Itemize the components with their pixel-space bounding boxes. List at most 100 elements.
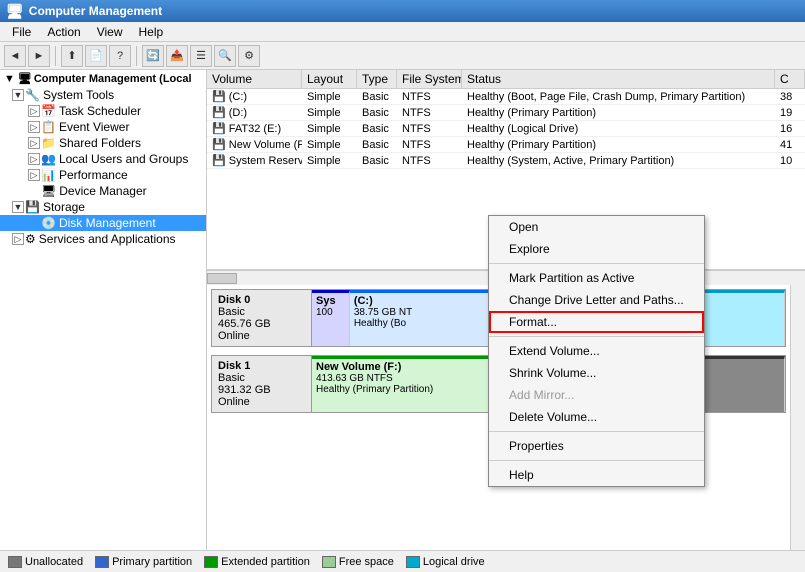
disk-vscroll[interactable]: [790, 285, 805, 550]
up-button[interactable]: ⬆: [61, 45, 83, 67]
cell-layout-4: Simple: [302, 154, 357, 168]
col-status-header[interactable]: Status: [462, 70, 775, 88]
ctx-mark-active[interactable]: Mark Partition as Active: [489, 267, 704, 289]
tree-device-manager[interactable]: 🖥 Device Manager: [0, 183, 206, 199]
tree-system-tools[interactable]: ▼ 🔧 System Tools: [0, 87, 206, 103]
tree-event-viewer[interactable]: ▷ 📋 Event Viewer: [0, 119, 206, 135]
legend-unallocated: Unallocated: [8, 556, 83, 568]
performance-icon: 📊: [41, 168, 56, 182]
tree-storage[interactable]: ▼ 💾 Storage: [0, 199, 206, 215]
cell-type-4: Basic: [357, 154, 397, 168]
search-button[interactable]: 🔍: [214, 45, 236, 67]
cell-type-0: Basic: [357, 90, 397, 104]
drive-icon-4: 💾: [212, 155, 226, 167]
legend-freespace-box: [322, 556, 336, 568]
tree-performance[interactable]: ▷ 📊 Performance: [0, 167, 206, 183]
tree-task-scheduler[interactable]: ▷ 📅 Task Scheduler: [0, 103, 206, 119]
tree-local-users[interactable]: ▷ 👥 Local Users and Groups: [0, 151, 206, 167]
tree-services-apps[interactable]: ▷ ⚙ Services and Applications: [0, 231, 206, 247]
cell-c-1: 19: [775, 106, 805, 120]
expand-shared-folders[interactable]: ▷: [28, 137, 40, 149]
expand-task-scheduler[interactable]: ▷: [28, 105, 40, 117]
col-fs-header[interactable]: File System: [397, 70, 462, 88]
cell-c-2: 16: [775, 122, 805, 136]
ctx-delete[interactable]: Delete Volume...: [489, 406, 704, 428]
status-bar: Unallocated Primary partition Extended p…: [0, 550, 805, 572]
shared-folders-icon: 📁: [41, 136, 56, 150]
disk-0-type: Basic: [218, 306, 305, 318]
col-layout-header[interactable]: Layout: [302, 70, 357, 88]
menu-file[interactable]: File: [4, 23, 39, 41]
cell-type-1: Basic: [357, 106, 397, 120]
table-row[interactable]: 💾 FAT32 (E:) Simple Basic NTFS Healthy (…: [207, 121, 805, 137]
computer-icon: 🖥: [18, 72, 32, 85]
ctx-format[interactable]: Format...: [489, 311, 704, 333]
ctx-mirror[interactable]: Add Mirror...: [489, 384, 704, 406]
expand-storage[interactable]: ▼: [12, 201, 24, 213]
tree-disk-management[interactable]: 💿 Disk Management: [0, 215, 206, 231]
col-volume-header[interactable]: Volume: [207, 70, 302, 88]
col-c-header[interactable]: C: [775, 70, 805, 88]
back-button[interactable]: ◄: [4, 45, 26, 67]
ctx-change-letter[interactable]: Change Drive Letter and Paths...: [489, 289, 704, 311]
tree-root-label: Computer Management (Local: [34, 73, 192, 85]
cell-layout-0: Simple: [302, 90, 357, 104]
table-row[interactable]: 💾 (D:) Simple Basic NTFS Healthy (Primar…: [207, 105, 805, 121]
ctx-explore[interactable]: Explore: [489, 238, 704, 260]
cell-status-1: Healthy (Primary Partition): [462, 106, 775, 120]
title-bar-icon: 🖥: [6, 3, 24, 20]
disk-0-name: Disk 0: [218, 294, 305, 306]
ctx-extend[interactable]: Extend Volume...: [489, 340, 704, 362]
menu-view[interactable]: View: [89, 23, 131, 41]
tree-shared-folders[interactable]: ▷ 📁 Shared Folders: [0, 135, 206, 151]
table-row[interactable]: 💾 (C:) Simple Basic NTFS Healthy (Boot, …: [207, 89, 805, 105]
task-scheduler-icon: 📅: [41, 104, 56, 118]
drive-icon-0: 💾: [212, 91, 226, 103]
tree-root[interactable]: ▼ 🖥 Computer Management (Local: [0, 70, 206, 87]
table-row[interactable]: 💾 System Reserved Simple Basic NTFS Heal…: [207, 153, 805, 169]
cell-status-4: Healthy (System, Active, Primary Partiti…: [462, 154, 775, 168]
settings-button[interactable]: ⚙: [238, 45, 260, 67]
cell-layout-3: Simple: [302, 138, 357, 152]
services-icon: ⚙: [25, 232, 36, 246]
cell-volume-2: 💾 FAT32 (E:): [207, 121, 302, 136]
view-button[interactable]: ☰: [190, 45, 212, 67]
expand-performance[interactable]: ▷: [28, 169, 40, 181]
expand-event-viewer[interactable]: ▷: [28, 121, 40, 133]
cell-layout-1: Simple: [302, 106, 357, 120]
col-type-header[interactable]: Type: [357, 70, 397, 88]
ctx-sep-1: [489, 263, 704, 264]
cell-fs-3: NTFS: [397, 138, 462, 152]
properties-button[interactable]: 📄: [85, 45, 107, 67]
disk-0-size: 465.76 GB: [218, 318, 305, 330]
drive-icon-2: 💾: [212, 123, 226, 135]
cell-c-0: 38: [775, 90, 805, 104]
cell-fs-2: NTFS: [397, 122, 462, 136]
expand-services[interactable]: ▷: [12, 233, 24, 245]
table-row[interactable]: 💾 New Volume (F:) Simple Basic NTFS Heal…: [207, 137, 805, 153]
expand-system-tools[interactable]: ▼: [12, 89, 24, 101]
disk-0-status: Online: [218, 330, 305, 342]
disk-0-part-sys[interactable]: Sys 100: [312, 290, 350, 346]
legend-unallocated-label: Unallocated: [25, 556, 83, 568]
ctx-shrink[interactable]: Shrink Volume...: [489, 362, 704, 384]
hscroll-thumb[interactable]: [207, 273, 237, 284]
title-bar: 🖥 Computer Management: [0, 0, 805, 22]
context-menu: Open Explore Mark Partition as Active Ch…: [488, 215, 705, 487]
menu-help[interactable]: Help: [131, 23, 172, 41]
disk-0-info: Disk 0 Basic 465.76 GB Online: [212, 290, 312, 346]
cell-fs-1: NTFS: [397, 106, 462, 120]
ctx-help[interactable]: Help: [489, 464, 704, 486]
expand-local-users[interactable]: ▷: [28, 153, 40, 165]
forward-button[interactable]: ►: [28, 45, 50, 67]
export-button[interactable]: 📤: [166, 45, 188, 67]
storage-icon: 💾: [25, 200, 40, 214]
menu-action[interactable]: Action: [39, 23, 88, 41]
cell-type-3: Basic: [357, 138, 397, 152]
help-button[interactable]: ?: [109, 45, 131, 67]
ctx-open[interactable]: Open: [489, 216, 704, 238]
legend-logical-label: Logical drive: [423, 556, 485, 568]
refresh-button[interactable]: 🔄: [142, 45, 164, 67]
ctx-properties[interactable]: Properties: [489, 435, 704, 457]
disk-1-status: Online: [218, 396, 305, 408]
